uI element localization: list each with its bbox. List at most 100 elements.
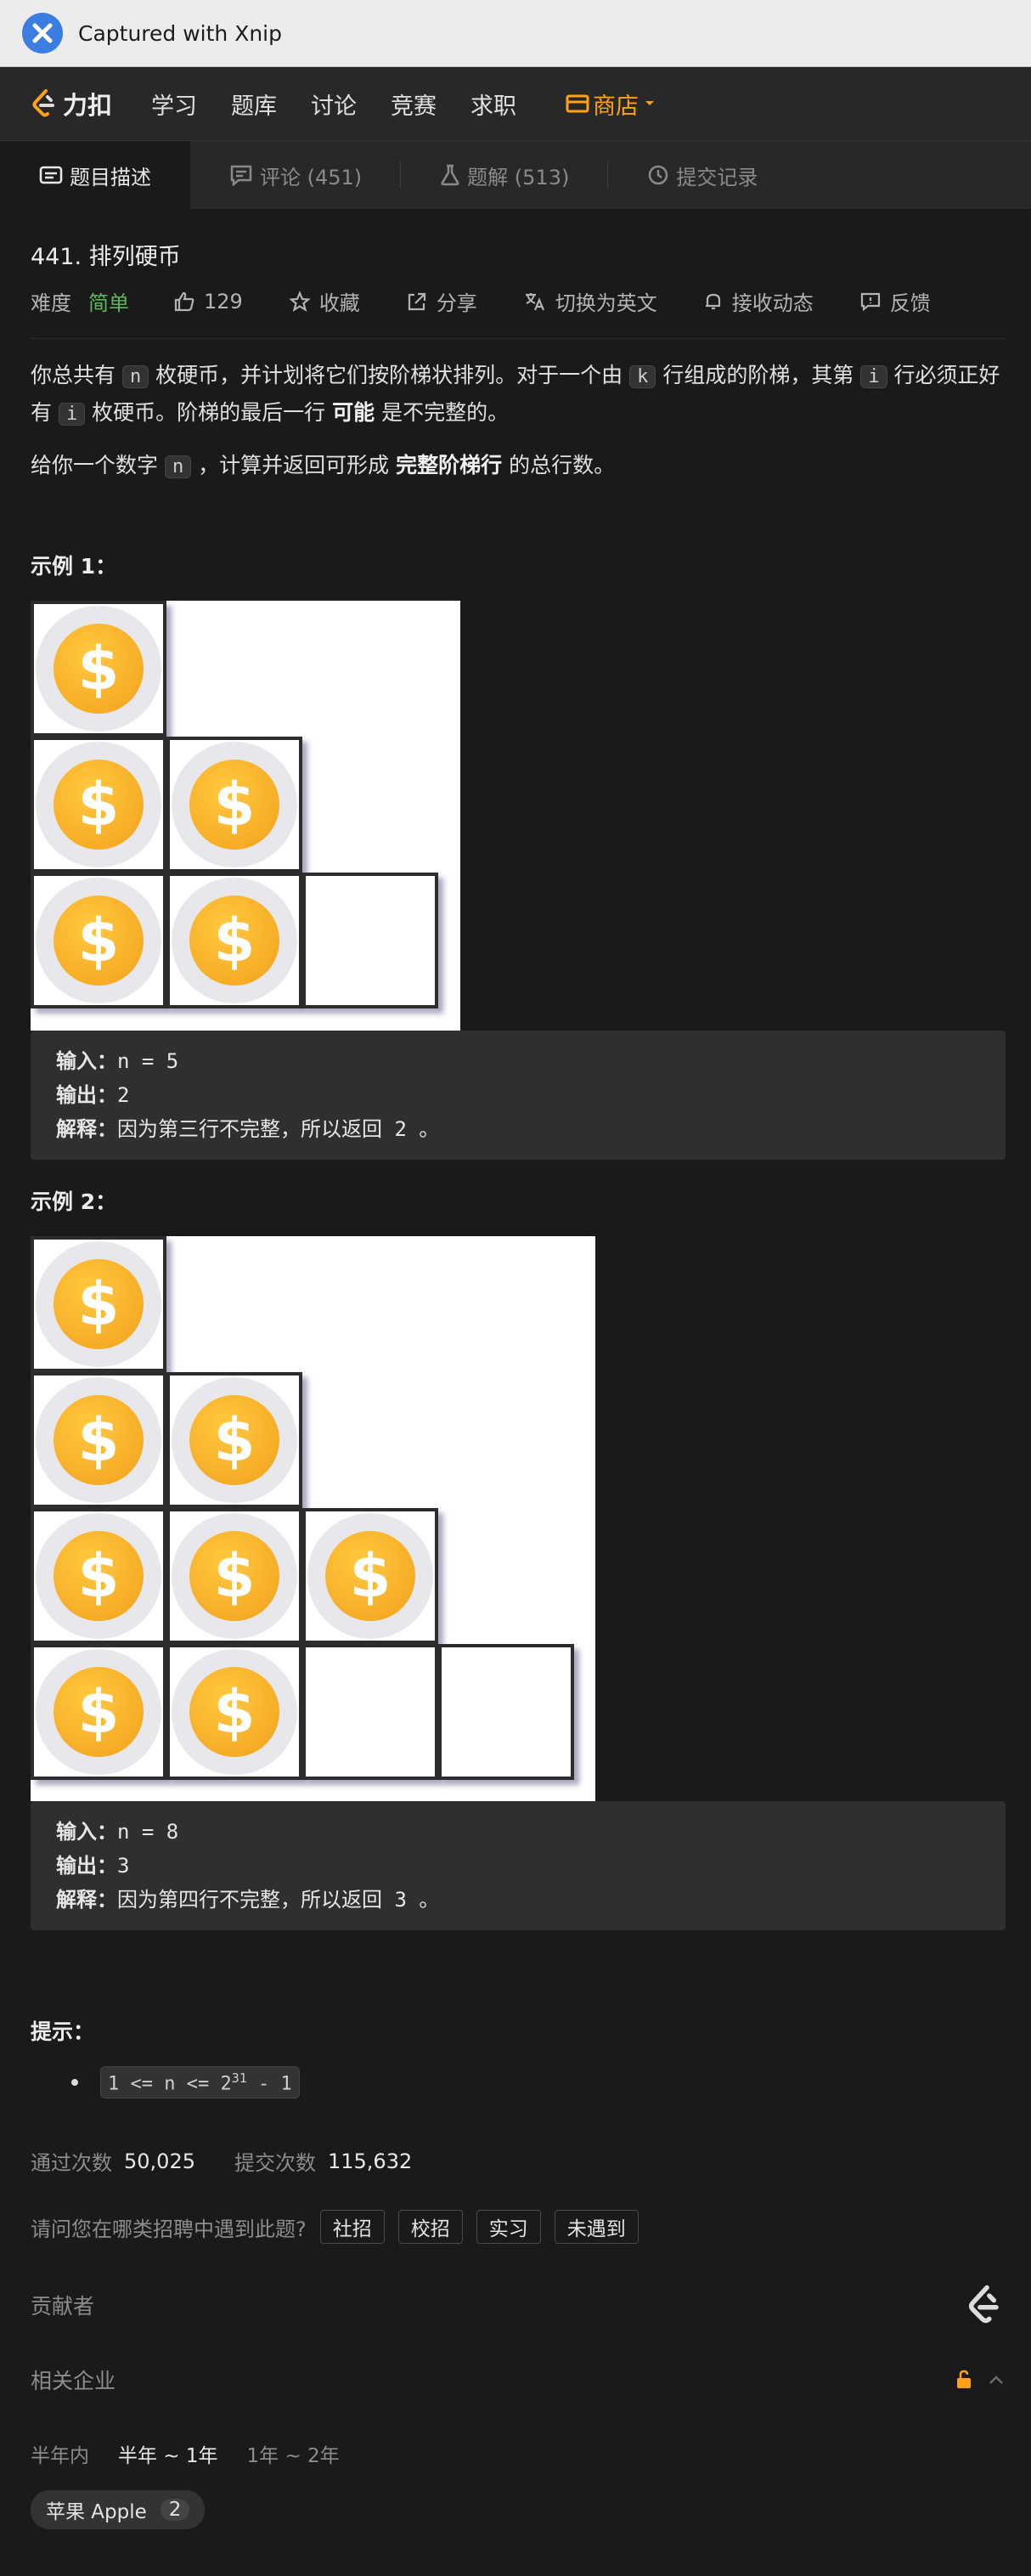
tab-comments-label: 评论 (451): [260, 165, 363, 189]
nav-discuss[interactable]: 讨论: [311, 88, 357, 121]
companies-row[interactable]: 相关企业: [31, 2364, 1006, 2395]
dollar-icon: $: [54, 760, 144, 850]
stair-cell: $: [166, 737, 302, 873]
period-half-to-one-year[interactable]: 半年 ~ 1年: [118, 2439, 218, 2468]
tab-submissions-label: 提交记录: [676, 165, 758, 189]
example-2-explain-line: 解释：因为第四行不完整，所以返回 3 。: [56, 1883, 980, 1917]
share-icon: [408, 292, 425, 310]
tab-comments[interactable]: 评论 (451): [190, 141, 402, 209]
unlock-icon: [957, 2370, 971, 2389]
example-1-image: $ $ $ $ $: [31, 601, 460, 1031]
tab-description-label: 题目描述: [70, 165, 151, 189]
poll-option-campus[interactable]: 校招: [397, 2210, 463, 2245]
example-1-explain: 因为第三行不完整，所以返回 2 。: [117, 1117, 440, 1141]
nav-store[interactable]: 商店: [566, 88, 656, 121]
stair-cell: $: [31, 601, 166, 737]
problem-meta: 难度 简单 129 收藏 分享 切换为英文 接收动态 反馈: [31, 286, 1006, 316]
accepted-count: 50,025: [124, 2149, 195, 2173]
example-2-input: n = 8: [117, 1820, 179, 1844]
example-1-explain-line: 解释：因为第三行不完整，所以返回 2 。: [56, 1112, 980, 1146]
tab-submissions[interactable]: 提交记录: [608, 141, 797, 209]
dollar-icon: $: [54, 624, 144, 714]
company-tag[interactable]: 苹果 Apple 2: [31, 2490, 206, 2530]
leetcode-logo[interactable]: 力扣: [29, 86, 112, 121]
nav-learn[interactable]: 学习: [151, 88, 197, 121]
tab-solutions[interactable]: 题解 (513): [401, 141, 609, 209]
interview-poll: 请问您在哪类招聘中遇到此题? 社招 校招 实习 未遇到: [31, 2210, 1006, 2245]
favorite-button[interactable]: 收藏: [288, 286, 360, 316]
submitted-count: 115,632: [327, 2149, 413, 2173]
notify-button[interactable]: 接收动态: [703, 286, 814, 316]
poll-option-social[interactable]: 社招: [319, 2210, 385, 2245]
text-fragment: 枚硬币，并计划将它们按阶梯状排列。对于一个由: [155, 363, 623, 387]
emphasis-text: 完整阶梯行: [396, 453, 503, 477]
problem-content: 441. 排列硬币 难度 简单 129 收藏 分享 切换为英文 接收动态 反馈: [0, 238, 1031, 2530]
example-2-input-line: 输入：n = 8: [56, 1815, 980, 1849]
stair-cell: $: [166, 1508, 302, 1644]
dollar-icon: $: [189, 1667, 279, 1757]
problem-stats: 通过次数 50,025 提交次数 115,632: [31, 2146, 1006, 2176]
nav-problemset[interactable]: 题库: [231, 88, 277, 121]
output-label: 输出：: [56, 1854, 117, 1878]
constraint-text: - 1: [246, 2073, 292, 2095]
dollar-icon: $: [189, 1531, 279, 1621]
poll-option-never[interactable]: 未遇到: [554, 2210, 639, 2245]
text-fragment: ，计算并返回可形成: [198, 453, 390, 477]
chevron-up-icon[interactable]: [987, 2373, 1006, 2387]
nav-jobs[interactable]: 求职: [470, 88, 516, 121]
text-fragment: 给你一个数字: [31, 453, 159, 477]
nav-contest[interactable]: 竞赛: [391, 88, 437, 121]
coin-icon: $: [36, 742, 161, 867]
company-name: 苹果 Apple: [46, 2501, 147, 2524]
dollar-icon: $: [54, 1395, 144, 1485]
period-one-to-two-years[interactable]: 1年 ~ 2年: [247, 2439, 340, 2468]
stair-cell: $: [31, 873, 166, 1008]
period-half-year[interactable]: 半年内: [31, 2439, 89, 2468]
feedback-button[interactable]: 反馈: [859, 286, 931, 316]
constraint-text: 1 <= n <= 2: [108, 2073, 232, 2095]
company-count: 2: [160, 2499, 190, 2522]
dollar-icon: $: [325, 1531, 415, 1621]
text-fragment: 枚硬币。阶梯的最后一行: [92, 400, 326, 425]
example-2-output: 3: [117, 1854, 130, 1878]
example-1-io: 输入：n = 5 输出：2 解释：因为第三行不完整，所以返回 2 。: [31, 1031, 1006, 1160]
stair-cell: $: [302, 1508, 438, 1644]
leetcode-logo-icon: [32, 89, 54, 117]
feedback-label: 反馈: [889, 291, 931, 315]
star-icon: [288, 290, 311, 312]
window-title: Captured with Xnip: [78, 20, 282, 46]
inline-code-n: n: [164, 455, 192, 478]
thumbs-up-icon: [174, 291, 194, 311]
inline-code-k: k: [629, 365, 656, 388]
stair-cell: $: [31, 1508, 166, 1644]
stair-cell: [438, 1644, 574, 1780]
example-2-io: 输入：n = 8 输出：3 解释：因为第四行不完整，所以返回 3 。: [31, 1801, 1006, 1930]
example-2-explain: 因为第四行不完整，所以返回 3 。: [117, 1888, 440, 1912]
xnip-logo-icon: [22, 13, 63, 54]
companies-label: 相关企业: [31, 2369, 116, 2394]
poll-question: 请问您在哪类招聘中遇到此题?: [31, 2217, 307, 2241]
description-icon: [39, 166, 63, 184]
coin-icon: $: [36, 1377, 161, 1503]
share-button[interactable]: 分享: [406, 286, 477, 316]
switch-language-label: 切换为英文: [555, 291, 657, 315]
share-label: 分享: [436, 291, 477, 315]
coin-icon: $: [36, 1513, 161, 1639]
example-2-output-line: 输出：3: [56, 1849, 980, 1883]
poll-option-intern[interactable]: 实习: [476, 2210, 541, 2245]
like-button[interactable]: 129: [173, 290, 243, 314]
difficulty-badge: 简单: [88, 291, 129, 315]
stair-cell: [302, 1644, 438, 1780]
comment-icon: [230, 165, 252, 186]
constraint-exponent: 31: [231, 2070, 247, 2086]
store-icon: [566, 94, 589, 113]
contributor-avatar-icon[interactable]: [963, 2283, 1004, 2327]
switch-language-button[interactable]: 切换为英文: [523, 286, 657, 316]
dollar-icon: $: [54, 1667, 144, 1757]
example-1-input-line: 输入：n = 5: [56, 1044, 980, 1078]
top-nav: 力扣 学习 题库 讨论 竞赛 求职 商店: [0, 67, 1031, 141]
text-fragment: 你总共有: [31, 363, 116, 387]
tab-description[interactable]: 题目描述: [0, 141, 190, 209]
dollar-icon: $: [54, 895, 144, 986]
